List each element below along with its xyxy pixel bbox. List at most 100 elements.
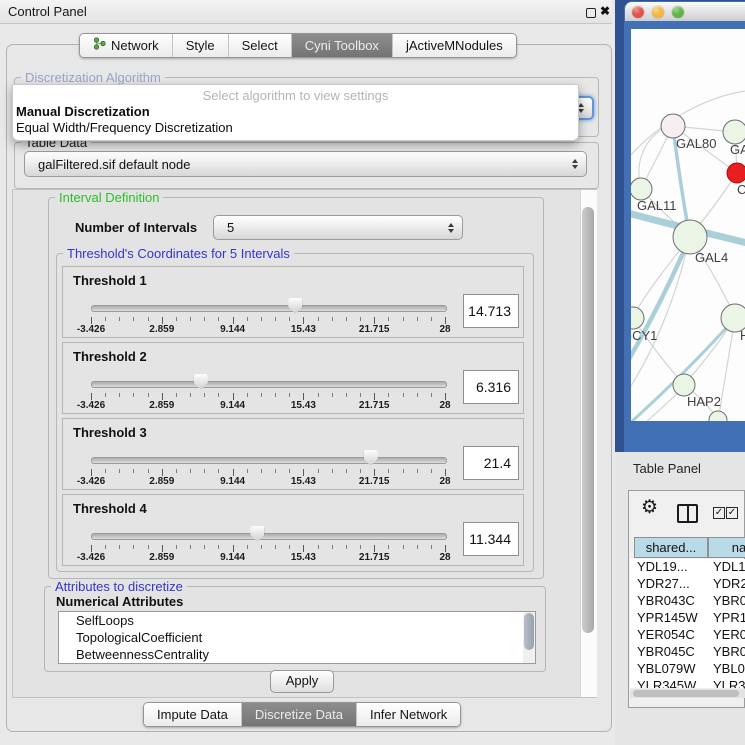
slider-scale-label: 28	[439, 476, 450, 487]
algorithm-option[interactable]: Equal Width/Frequency Discretization	[13, 120, 578, 136]
horizontal-scrollbar[interactable]	[630, 689, 745, 698]
table-row[interactable]: YDL19...YDL1	[630, 559, 745, 576]
slider-minor-tick	[403, 393, 404, 397]
tab-impute-data[interactable]: Impute Data	[144, 703, 242, 726]
slider-minor-tick	[261, 469, 262, 473]
vertical-scrollbar-thumb[interactable]	[582, 207, 594, 633]
slider-track[interactable]	[91, 457, 447, 464]
split-columns-icon[interactable]	[677, 504, 698, 523]
slider-scale-label: 21.715	[359, 476, 390, 487]
slider-scale-label: -3.426	[77, 476, 105, 487]
threshold-value-field[interactable]: 21.4	[463, 446, 519, 480]
slider-minor-tick	[176, 393, 177, 397]
float-window-icon[interactable]	[586, 8, 596, 18]
slider-minor-tick	[346, 545, 347, 549]
tab-label: Network	[111, 34, 159, 57]
network-icon	[93, 34, 106, 57]
network-window-titlebar	[625, 2, 745, 21]
minimize-traffic-light[interactable]	[652, 6, 664, 18]
tab-select[interactable]: Select	[229, 34, 292, 57]
tab-style[interactable]: Style	[173, 34, 229, 57]
network-node[interactable]	[727, 163, 745, 183]
slider-minor-tick	[289, 317, 290, 321]
table-row[interactable]: YBR045CYBR0	[630, 644, 745, 661]
table-row[interactable]: YER054CYER0	[630, 627, 745, 644]
slider-minor-tick	[105, 469, 106, 473]
attribute-list-item[interactable]: BetweennessCentrality	[59, 646, 535, 663]
slider-minor-tick	[275, 393, 276, 397]
table-row[interactable]: YBR043CYBR0	[630, 593, 745, 610]
slider-major-tick	[233, 317, 234, 324]
num-intervals-combobox[interactable]: 5	[213, 215, 463, 240]
slider-minor-tick	[318, 317, 319, 321]
table-row[interactable]: YBL079WYBL0	[630, 661, 745, 678]
network-canvas[interactable]: GAL80GACGAL11GAL4GCY1HHAP2	[631, 29, 745, 421]
slider-track[interactable]	[91, 305, 447, 312]
network-node-label: H	[740, 328, 745, 343]
slider-minor-tick	[275, 469, 276, 473]
slider-scale-label: 21.715	[359, 324, 390, 335]
slider-minor-tick	[261, 317, 262, 321]
slider-minor-tick	[360, 393, 361, 397]
attribute-list-item[interactable]: SelfLoops	[59, 612, 535, 629]
table-row[interactable]: YLR345WYLR3	[630, 678, 745, 688]
checkbox-checked-icon[interactable]: ✓	[726, 507, 738, 519]
slider-minor-tick	[133, 317, 134, 321]
checkbox-checked-icon[interactable]: ✓	[713, 507, 725, 519]
attribute-list-item[interactable]: TopologicalCoefficient	[59, 629, 535, 646]
combo-arrows-icon	[572, 159, 578, 169]
close-traffic-light[interactable]	[632, 6, 644, 18]
slider-minor-tick	[332, 469, 333, 473]
table-cell: YER054C	[637, 627, 695, 642]
slider-minor-tick	[403, 545, 404, 549]
threshold-value-field[interactable]: 14.713	[463, 294, 519, 328]
table-data-combobox[interactable]: galFiltered.sif default node	[24, 151, 587, 177]
threshold-value-field[interactable]: 11.344	[463, 522, 519, 556]
attributes-list-scrollbar-thumb[interactable]	[524, 613, 534, 650]
horizontal-scrollbar-thumb[interactable]	[633, 690, 739, 697]
column-header[interactable]: shared...	[634, 537, 708, 558]
apply-button[interactable]: Apply	[270, 670, 334, 693]
slider-minor-tick	[332, 545, 333, 549]
table-cell: YDR27...	[637, 576, 690, 591]
slider-scale-label: 15.43	[291, 324, 316, 335]
network-node[interactable]	[631, 178, 652, 200]
table-row[interactable]: YDR27...YDR2	[630, 576, 745, 593]
slider-major-tick	[91, 469, 92, 476]
slider-track[interactable]	[91, 381, 447, 388]
num-intervals-value: 5	[227, 220, 234, 235]
slider-minor-tick	[417, 545, 418, 549]
attributes-group-title: Attributes to discretize	[51, 579, 187, 594]
interval-definition-title: Interval Definition	[55, 190, 163, 205]
slider-minor-tick	[148, 393, 149, 397]
column-header[interactable]: name	[708, 537, 745, 558]
table-data-selected: galFiltered.sif default node	[38, 157, 190, 172]
table-row[interactable]: YPR145WYPR1	[630, 610, 745, 627]
tab-network[interactable]: Network	[80, 34, 173, 57]
slider-minor-tick	[360, 469, 361, 473]
slider-minor-tick	[346, 393, 347, 397]
network-node[interactable]	[673, 220, 707, 254]
slider-track[interactable]	[91, 533, 447, 540]
tab-infer-network[interactable]: Infer Network	[357, 703, 460, 726]
slider-minor-tick	[190, 545, 191, 549]
slider-minor-tick	[218, 393, 219, 397]
table-cell: YBR043C	[637, 593, 695, 608]
threshold-value-field[interactable]: 6.316	[463, 370, 519, 404]
network-node[interactable]	[673, 374, 695, 396]
close-icon[interactable]: ✖	[600, 4, 610, 18]
algorithm-option[interactable]: Manual Discretization	[13, 104, 578, 120]
slider-scale-label: 28	[439, 324, 450, 335]
slider-minor-tick	[275, 545, 276, 549]
slider-minor-tick	[133, 545, 134, 549]
network-node[interactable]	[723, 120, 745, 144]
network-node[interactable]	[709, 411, 727, 421]
gear-icon[interactable]: ⚙	[641, 496, 658, 519]
tab-discretize-data[interactable]: Discretize Data	[242, 703, 357, 726]
tab-jactivemnodules[interactable]: jActiveMNodules	[393, 34, 516, 57]
network-node[interactable]	[631, 307, 644, 329]
tab-cyni-toolbox[interactable]: Cyni Toolbox	[292, 34, 393, 57]
network-node[interactable]	[661, 114, 685, 138]
threshold-panel: Threshold 1-3.4262.8599.14415.4321.71528…	[62, 266, 524, 338]
zoom-traffic-light[interactable]	[672, 6, 684, 18]
